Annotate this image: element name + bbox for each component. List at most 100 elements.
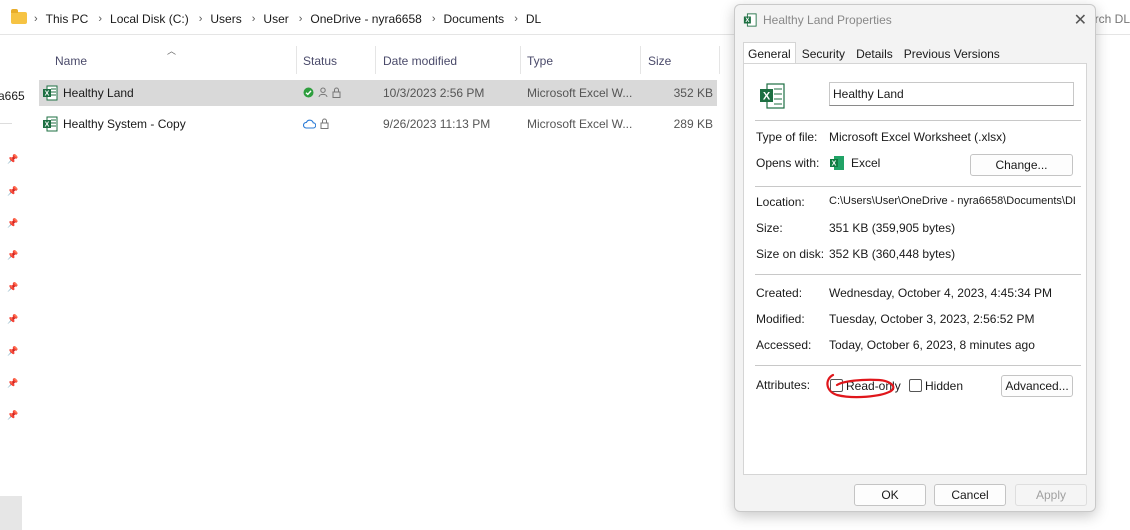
- pin-icon[interactable]: 📌: [7, 379, 18, 388]
- file-status: [303, 87, 341, 98]
- column-size[interactable]: Size: [648, 54, 671, 68]
- opens-with-label: Opens with:: [756, 156, 820, 170]
- breadcrumb-user[interactable]: User: [263, 12, 288, 26]
- pin-icon[interactable]: 📌: [7, 283, 18, 292]
- created-label: Created:: [756, 286, 803, 300]
- chevron-right-icon[interactable]: ›: [98, 13, 102, 25]
- pin-icon[interactable]: 📌: [7, 251, 18, 260]
- excel-app-icon: X: [830, 156, 844, 170]
- size-label: Size:: [756, 221, 783, 235]
- tab-general[interactable]: General: [743, 42, 796, 64]
- accessed-label: Accessed:: [756, 338, 812, 352]
- nav-item-fragment[interactable]: a665: [0, 89, 25, 103]
- file-size: 289 KB: [673, 117, 713, 131]
- chevron-right-icon[interactable]: ›: [199, 13, 203, 25]
- file-type: Microsoft Excel W...: [527, 86, 633, 100]
- ok-button[interactable]: OK: [854, 484, 926, 506]
- excel-file-icon: X: [43, 116, 58, 132]
- tab-details[interactable]: Details: [851, 42, 898, 64]
- accessed-value: Today, October 6, 2023, 8 minutes ago: [829, 338, 1035, 352]
- svg-text:X: X: [45, 91, 50, 98]
- file-status: [303, 118, 329, 129]
- column-divider[interactable]: [640, 46, 641, 74]
- breadcrumb-this-pc[interactable]: This PC: [46, 12, 89, 26]
- column-divider[interactable]: [719, 46, 720, 74]
- size-value: 351 KB (359,905 bytes): [829, 221, 956, 235]
- tab-previous-versions[interactable]: Previous Versions: [899, 42, 1005, 64]
- file-size: 352 KB: [673, 86, 713, 100]
- column-status[interactable]: Status: [303, 54, 337, 68]
- shared-person-icon: [318, 87, 328, 98]
- pin-icon[interactable]: 📌: [7, 315, 18, 324]
- size-on-disk-label: Size on disk:: [756, 247, 825, 261]
- column-headers: Name Status Date modified Type Size: [0, 46, 720, 76]
- modified-label: Modified:: [756, 312, 805, 326]
- folder-icon: [11, 9, 27, 24]
- breadcrumb-users[interactable]: Users: [210, 12, 241, 26]
- file-name[interactable]: Healthy System - Copy: [63, 117, 186, 131]
- created-value: Wednesday, October 4, 2023, 4:45:34 PM: [829, 286, 1053, 300]
- chevron-right-icon[interactable]: ›: [514, 13, 518, 25]
- column-divider[interactable]: [520, 46, 521, 74]
- navigation-pane: a665 📌 📌 📌 📌 📌 📌 📌 📌 📌: [0, 36, 25, 530]
- location-value: C:\Users\User\OneDrive - nyra6658\Docume…: [829, 195, 1075, 207]
- advanced-button[interactable]: Advanced...: [1001, 375, 1073, 397]
- pin-icon[interactable]: 📌: [7, 219, 18, 228]
- type-of-file-label: Type of file:: [756, 130, 818, 144]
- divider: [755, 365, 1081, 366]
- filename-input[interactable]: Healthy Land: [829, 82, 1074, 106]
- pin-icon[interactable]: 📌: [7, 347, 18, 356]
- pin-icon[interactable]: 📌: [7, 411, 18, 420]
- chevron-right-icon[interactable]: ›: [34, 13, 38, 25]
- column-divider[interactable]: [296, 46, 297, 74]
- modified-value: Tuesday, October 3, 2023, 2:56:52 PM: [829, 312, 1035, 326]
- dialog-tabs: General Security Details Previous Versio…: [743, 42, 1006, 64]
- hidden-checkbox[interactable]: [909, 379, 922, 392]
- type-of-file-value: Microsoft Excel Worksheet (.xlsx): [829, 130, 1007, 144]
- red-circle-annotation: [826, 373, 895, 399]
- divider: [755, 120, 1081, 121]
- size-on-disk-value: 352 KB (360,448 bytes): [829, 247, 956, 261]
- hidden-label[interactable]: Hidden: [925, 379, 963, 393]
- close-icon[interactable]: ✕: [1074, 10, 1087, 30]
- attributes-label: Attributes:: [756, 378, 811, 392]
- breadcrumb-dl[interactable]: DL: [526, 12, 541, 26]
- opens-with-value: Excel: [851, 156, 881, 170]
- divider: [755, 186, 1081, 187]
- file-row[interactable]: X Healthy System - Copy 9/26/2023 11:13 …: [39, 111, 717, 137]
- breadcrumb-onedrive[interactable]: OneDrive - nyra6658: [310, 12, 421, 26]
- tab-security[interactable]: Security: [797, 42, 850, 64]
- change-button[interactable]: Change...: [970, 154, 1073, 176]
- breadcrumb-local-disk[interactable]: Local Disk (C:): [110, 12, 189, 26]
- lock-icon: [320, 118, 329, 129]
- divider: [755, 274, 1081, 275]
- column-divider[interactable]: [375, 46, 376, 74]
- chevron-right-icon[interactable]: ›: [252, 13, 256, 25]
- column-name[interactable]: Name: [55, 54, 87, 68]
- file-row[interactable]: X Healthy Land 10/3/2023 2:56 PM Microso…: [39, 80, 717, 106]
- nav-divider: [0, 123, 12, 124]
- breadcrumb: › This PC › Local Disk (C:) › Users › Us…: [34, 12, 551, 26]
- general-panel: X Healthy Land Type of file: Microsoft E…: [743, 63, 1087, 475]
- apply-button[interactable]: Apply: [1015, 484, 1087, 506]
- file-date: 10/3/2023 2:56 PM: [383, 86, 485, 100]
- lock-icon: [332, 87, 341, 98]
- svg-text:X: X: [45, 122, 50, 129]
- file-name[interactable]: Healthy Land: [63, 86, 134, 100]
- cancel-button[interactable]: Cancel: [934, 484, 1006, 506]
- excel-file-large-icon: X: [760, 83, 785, 109]
- chevron-right-icon[interactable]: ›: [432, 13, 436, 25]
- column-type[interactable]: Type: [527, 54, 553, 68]
- file-type: Microsoft Excel W...: [527, 117, 633, 131]
- excel-file-icon: X: [43, 85, 58, 101]
- breadcrumb-documents[interactable]: Documents: [443, 12, 504, 26]
- location-label: Location:: [756, 195, 805, 209]
- column-date-modified[interactable]: Date modified: [383, 54, 457, 68]
- chevron-right-icon[interactable]: ›: [299, 13, 303, 25]
- file-date: 9/26/2023 11:13 PM: [383, 117, 491, 131]
- pin-icon[interactable]: 📌: [7, 155, 18, 164]
- pin-icon[interactable]: 📌: [7, 187, 18, 196]
- nav-scroll-area[interactable]: [0, 496, 22, 530]
- svg-text:X: X: [832, 161, 837, 168]
- properties-dialog: X Healthy Land Properties ✕ General Secu…: [734, 4, 1096, 512]
